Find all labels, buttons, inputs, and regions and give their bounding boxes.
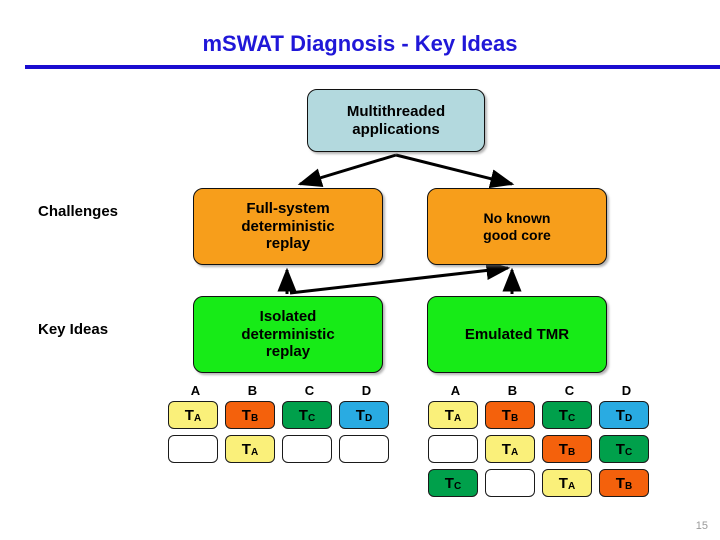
thread-grid-left: ABCDTATBTCTDTA	[168, 383, 396, 469]
thread-cell-TD[interactable]: TD	[599, 401, 649, 429]
row-label-challenges: Challenges	[38, 203, 119, 220]
box-emulated-tmr[interactable]: Emulated TMR	[427, 296, 607, 373]
box-no-known-good-core[interactable]: No known good core	[427, 188, 607, 265]
box-fullsystem-line1: Full-system	[246, 199, 330, 217]
box-isolated-line1: Isolated	[259, 307, 317, 325]
box-multithreaded-line1: Multithreaded	[346, 102, 446, 120]
arrow-apps-to-nokerncore	[395, 153, 515, 189]
box-full-system-deterministic-replay[interactable]: Full-system deterministic replay	[193, 188, 383, 265]
thread-cell-TB[interactable]: TB	[225, 401, 275, 429]
title-divider	[25, 65, 720, 69]
box-noknown-line2: good core	[483, 226, 551, 243]
thread-grid-row: TA	[168, 435, 396, 463]
thread-cell-empty[interactable]	[485, 469, 535, 497]
thread-cell-TB[interactable]: TB	[542, 435, 592, 463]
row-label-key-ideas: Key Ideas	[38, 321, 109, 338]
thread-column-header-c: C	[304, 383, 315, 398]
box-isolated-line3: replay	[265, 343, 311, 361]
box-isolated-line2: deterministic	[241, 325, 335, 343]
thread-cell-TA[interactable]: TA	[225, 435, 275, 463]
page-number: 15	[695, 520, 708, 532]
thread-cell-TC[interactable]: TC	[599, 435, 649, 463]
thread-cell-TB[interactable]: TB	[485, 401, 535, 429]
thread-cell-TB[interactable]: TB	[599, 469, 649, 497]
box-isolated-deterministic-replay[interactable]: Isolated deterministic replay	[193, 296, 383, 373]
thread-column-header-b: B	[507, 383, 518, 398]
box-multithreaded-line2: applications	[352, 120, 440, 138]
thread-cell-TD[interactable]: TD	[339, 401, 389, 429]
thread-column-header-d: D	[621, 383, 632, 398]
box-fullsystem-line2: deterministic	[241, 217, 335, 235]
thread-cell-TA[interactable]: TA	[428, 401, 478, 429]
thread-column-header-b: B	[247, 383, 258, 398]
thread-cell-TA[interactable]: TA	[485, 435, 535, 463]
box-multithreaded-applications[interactable]: Multithreaded applications	[307, 89, 485, 152]
thread-grid-row: TATBTCTD	[428, 401, 656, 429]
thread-grid-row: TATBTCTD	[168, 401, 396, 429]
thread-grid-right: ABCDTATBTCTDTATBTCTCTATB	[428, 383, 656, 503]
box-tmr-line1: Emulated TMR	[464, 325, 570, 343]
thread-grid-header-row: A B C D	[168, 383, 396, 401]
arrow-apps-to-fullsystem	[297, 153, 397, 187]
thread-grid-row: TATBTC	[428, 435, 656, 463]
box-fullsystem-line3: replay	[265, 235, 311, 253]
thread-cell-empty[interactable]	[428, 435, 478, 463]
thread-column-header-d: D	[361, 383, 372, 398]
thread-grid-header-row: A B C D	[428, 383, 656, 401]
thread-cell-TA[interactable]: TA	[168, 401, 218, 429]
thread-cell-TC[interactable]: TC	[282, 401, 332, 429]
thread-column-header-a: A	[450, 383, 461, 398]
thread-grid-row: TC TATB	[428, 469, 656, 497]
thread-cell-TC[interactable]: TC	[542, 401, 592, 429]
page-title: mSWAT Diagnosis - Key Ideas	[202, 31, 518, 56]
arrow-isolated-to-nokerncore	[289, 260, 511, 295]
thread-cell-TA[interactable]: TA	[542, 469, 592, 497]
box-noknown-line1: No known	[483, 209, 551, 226]
thread-column-header-a: A	[190, 383, 201, 398]
thread-cell-TC[interactable]: TC	[428, 469, 478, 497]
slide-canvas: mSWAT Diagnosis - Key Ideas Challenges K…	[0, 0, 720, 540]
thread-cell-empty[interactable]	[339, 435, 389, 463]
thread-column-header-c: C	[564, 383, 575, 398]
thread-cell-empty[interactable]	[282, 435, 332, 463]
thread-cell-empty[interactable]	[168, 435, 218, 463]
